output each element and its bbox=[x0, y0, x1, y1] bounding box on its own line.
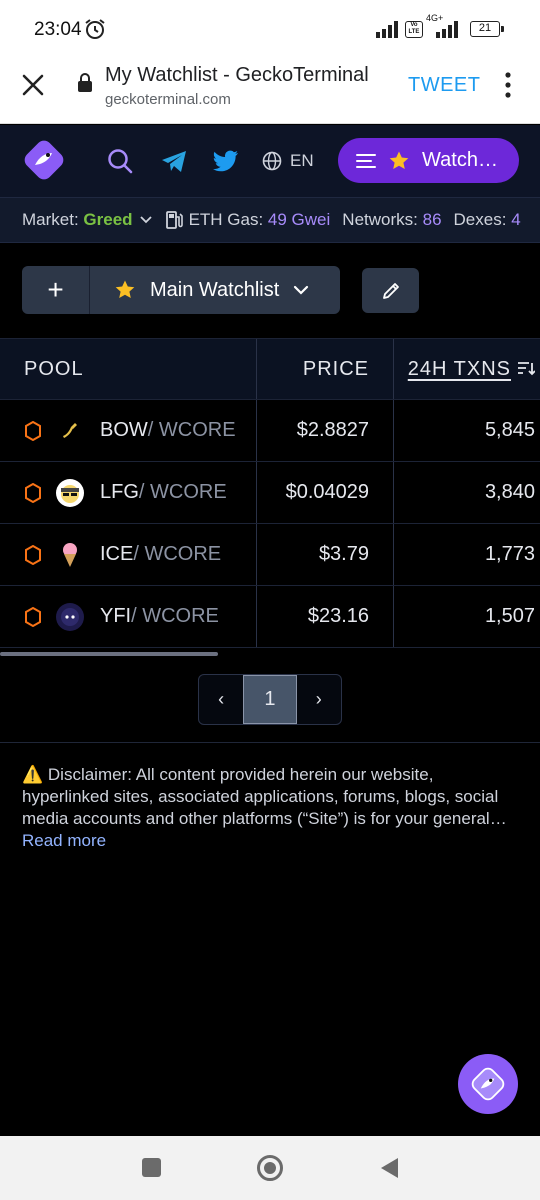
core-chain-hex-icon bbox=[25, 544, 41, 565]
twitter-icon[interactable] bbox=[212, 147, 240, 175]
watchlist-button[interactable]: Watchlist bbox=[338, 138, 519, 183]
back-button[interactable] bbox=[378, 1156, 400, 1180]
tweet-button[interactable]: TWEET bbox=[408, 74, 481, 97]
signal-icon bbox=[376, 21, 398, 38]
table-header: POOL PRICE 24H TXNS bbox=[0, 338, 540, 400]
market-label: Market: bbox=[22, 210, 79, 229]
pool-cell: YFI / WCORE bbox=[0, 586, 257, 647]
table-row[interactable]: ICE / WCORE $3.79 1,773 bbox=[0, 524, 540, 586]
menu-icon bbox=[356, 153, 376, 168]
pool-txns: 1,773 bbox=[484, 543, 535, 565]
networks-label: Networks: bbox=[342, 210, 418, 229]
pool-txns: 1,507 bbox=[484, 605, 535, 627]
pool-cell: ICE / WCORE bbox=[0, 524, 257, 585]
watchlist-controls: + Main Watchlist bbox=[22, 266, 340, 314]
star-icon bbox=[389, 151, 409, 169]
gas-value: 49 Gwei bbox=[267, 210, 331, 229]
page-1-button[interactable]: 1 bbox=[243, 675, 297, 724]
search-icon[interactable] bbox=[106, 147, 134, 175]
browser-toolbar: My Watchlist - GeckoTerminal geckotermin… bbox=[0, 60, 540, 124]
watchlist-select[interactable]: Main Watchlist bbox=[90, 266, 340, 314]
market-sentiment[interactable]: Greed bbox=[83, 210, 132, 230]
pool-price: $2.8827 bbox=[257, 400, 394, 461]
more-options-icon[interactable] bbox=[498, 70, 518, 100]
add-watchlist-button[interactable]: + bbox=[22, 266, 90, 314]
table-row[interactable]: YFI / WCORE $23.16 1,507 bbox=[0, 586, 540, 648]
system-navigation-bar bbox=[0, 1136, 540, 1200]
lock-icon bbox=[78, 73, 92, 92]
next-page-button[interactable]: › bbox=[297, 675, 341, 724]
pool-txns: 5,845 bbox=[484, 419, 535, 441]
market-ticker: Market: Greed ETH Gas: 49 Gwei Networks:… bbox=[0, 197, 540, 243]
lfg-token-icon bbox=[56, 478, 84, 507]
table-row[interactable]: LFG / WCORE $0.04029 3,840 bbox=[0, 462, 540, 524]
add-icon: + bbox=[47, 274, 64, 305]
globe-icon bbox=[262, 151, 282, 171]
ice-cream-token-icon bbox=[56, 540, 84, 569]
watchlist-name: Main Watchlist bbox=[150, 278, 280, 301]
networks-count[interactable]: 86 bbox=[423, 210, 442, 230]
home-button[interactable] bbox=[256, 1154, 284, 1182]
pool-cell: LFG / WCORE bbox=[0, 462, 257, 523]
telegram-icon[interactable] bbox=[160, 147, 188, 175]
yfi-token-icon bbox=[56, 602, 84, 631]
prev-page-button[interactable]: ‹ bbox=[199, 675, 243, 724]
pool-base-token: BOW bbox=[100, 419, 148, 441]
pagination: ‹ 1 › bbox=[198, 674, 342, 725]
status-time: 23:04 bbox=[34, 19, 82, 40]
read-more-link[interactable]: Read more bbox=[22, 831, 106, 851]
disclaimer-text: ⚠️ Disclaimer: All content provided here… bbox=[22, 765, 507, 828]
core-chain-hex-icon bbox=[25, 482, 41, 503]
watchlist-button-label: Watchlist bbox=[422, 149, 500, 171]
table-row[interactable]: BOW / WCORE $2.8827 5,845 bbox=[0, 400, 540, 462]
gas-pump-icon bbox=[165, 211, 183, 229]
chevron-down-icon bbox=[294, 285, 309, 295]
column-header-pool[interactable]: POOL bbox=[0, 339, 257, 399]
gas-label: ETH Gas: bbox=[188, 210, 264, 229]
page-title: My Watchlist - GeckoTerminal bbox=[105, 64, 369, 86]
volte-badge: Vo LTE bbox=[405, 21, 423, 38]
recents-button[interactable] bbox=[142, 1158, 161, 1177]
chevron-down-icon[interactable] bbox=[139, 215, 153, 225]
pool-quote-token: / WCORE bbox=[131, 605, 219, 627]
pool-quote-token: / WCORE bbox=[133, 543, 222, 565]
alarm-icon bbox=[85, 19, 105, 39]
pencil-icon bbox=[382, 282, 399, 299]
column-header-txns-label: 24H TXNS bbox=[407, 357, 511, 380]
pool-txns: 3,840 bbox=[484, 481, 535, 503]
pool-price: $3.79 bbox=[257, 524, 394, 585]
pool-cell: BOW / WCORE bbox=[0, 400, 257, 461]
pool-price: $23.16 bbox=[257, 586, 394, 647]
dexes-label: Dexes: bbox=[453, 210, 507, 229]
status-bar: 23:04 Vo LTE 4G+ 21 bbox=[0, 0, 540, 60]
battery-icon: 21 bbox=[470, 21, 504, 37]
bow-token-icon bbox=[56, 416, 84, 445]
column-header-price[interactable]: PRICE bbox=[257, 339, 394, 399]
site-header: EN Watchlist bbox=[0, 125, 540, 197]
pool-base-token: ICE bbox=[100, 543, 134, 565]
geckoterminal-logo-icon bbox=[471, 1067, 505, 1101]
geckoterminal-logo-icon[interactable] bbox=[22, 138, 66, 182]
column-header-txns[interactable]: 24H TXNS bbox=[394, 339, 540, 399]
signal-icon-secondary bbox=[436, 21, 458, 38]
core-chain-hex-icon bbox=[25, 420, 41, 441]
edit-watchlist-button[interactable] bbox=[362, 268, 419, 313]
core-chain-hex-icon bbox=[25, 606, 41, 627]
geckoterminal-floating-button[interactable] bbox=[458, 1054, 518, 1114]
pool-base-token: LFG bbox=[100, 481, 139, 503]
pool-quote-token: / WCORE bbox=[138, 481, 227, 503]
language-label: EN bbox=[290, 151, 314, 170]
close-icon[interactable] bbox=[20, 72, 46, 98]
star-icon bbox=[115, 280, 135, 298]
section-divider bbox=[0, 742, 540, 743]
sort-descending-icon bbox=[518, 362, 535, 376]
pool-price: $0.04029 bbox=[257, 462, 394, 523]
pools-table: POOL PRICE 24H TXNS BOW / WCORE $2.8827 … bbox=[0, 338, 540, 648]
language-selector[interactable]: EN bbox=[262, 147, 314, 175]
dexes-count[interactable]: 4 bbox=[511, 210, 520, 230]
pool-quote-token: / WCORE bbox=[147, 419, 236, 441]
table-horizontal-scrollbar[interactable] bbox=[0, 652, 218, 656]
pool-base-token: YFI bbox=[100, 605, 132, 627]
page-url[interactable]: geckoterminal.com bbox=[105, 91, 231, 108]
